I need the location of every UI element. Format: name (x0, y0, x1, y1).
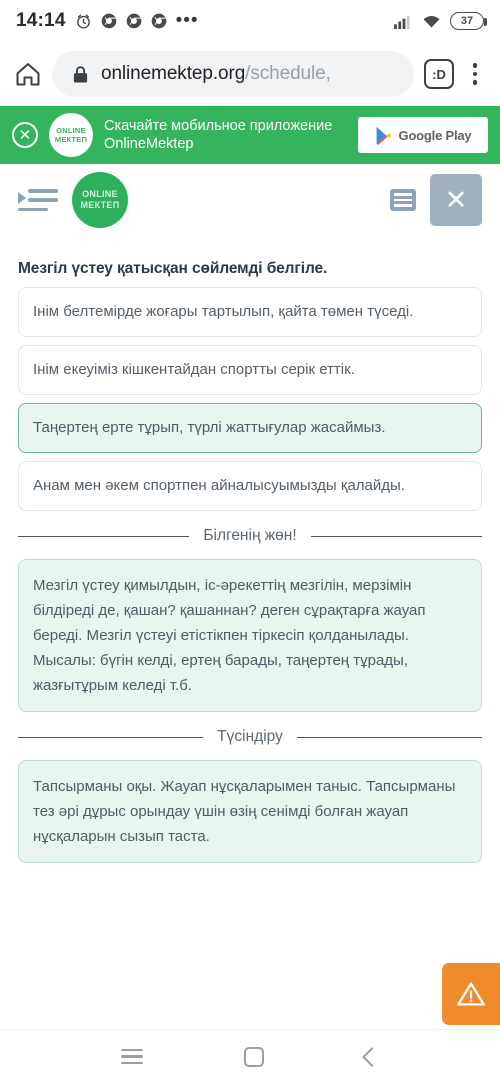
indent-arrow-icon (18, 192, 26, 204)
emoji-button[interactable]: :D (424, 59, 454, 89)
wifi-icon (423, 15, 440, 27)
site-header-actions: ✕ (390, 174, 482, 226)
home-icon[interactable] (14, 60, 42, 88)
close-lesson-button[interactable]: ✕ (430, 174, 482, 226)
url-domain: onlinemektep.org (101, 63, 246, 84)
status-bar-left: 14:14 ••• (16, 10, 199, 32)
divider-know: Білгенің жөн! (18, 527, 483, 545)
site-logo-line2: МЕКТЕП (80, 200, 120, 210)
lesson-content: Мезгіл үстеу қатысқан сөйлемді белгіле. … (0, 236, 500, 863)
battery-indicator: 37 (450, 12, 487, 30)
recents-icon[interactable] (120, 1048, 143, 1065)
promo-text-line1: Скачайте мобильное приложение (104, 118, 333, 134)
explain-info-box: Тапсырманы оқы. Жауап нұсқаларымен таныс… (18, 760, 482, 863)
back-chevron-icon[interactable] (362, 1046, 383, 1067)
divider-label: Білгенің жөн! (203, 527, 297, 544)
site-logo-line1: ONLINE (82, 189, 118, 199)
url-text: onlinemektep.org/schedule, (101, 63, 331, 85)
close-icon[interactable]: ✕ (12, 122, 38, 148)
promo-logo-line2: МЕКТЕП (54, 135, 88, 144)
chrome-icon (126, 13, 141, 29)
android-nav-bar (0, 1029, 500, 1083)
app-promo-banner: ✕ ONLINE МЕКТЕП Скачайте мобильное прило… (0, 106, 500, 164)
home-square-icon[interactable] (243, 1046, 264, 1067)
url-path: /schedule, (245, 63, 331, 84)
alarm-clock-icon (76, 13, 90, 29)
divider-explain: Түсіндіру (18, 728, 482, 746)
overflow-dots-icon: ••• (175, 10, 199, 31)
answer-option-selected[interactable]: Таңертең ерте тұрып, түрлі жаттығулар жа… (18, 403, 482, 453)
answer-option[interactable]: Інім белтемірде жоғары тартылып, қайта т… (18, 287, 482, 337)
divider-line (310, 535, 483, 537)
chrome-icon (151, 13, 166, 29)
cellular-signal-icon (394, 15, 410, 29)
list-view-icon[interactable] (390, 189, 416, 211)
report-problem-button[interactable] (442, 963, 500, 1025)
site-header: ONLINE МЕКТЕП ✕ (0, 164, 500, 236)
google-play-button[interactable]: Google Play (358, 117, 488, 153)
divider-line (296, 736, 482, 738)
kebab-menu-icon[interactable] (464, 63, 486, 85)
status-bar-right: 37 (394, 12, 487, 30)
address-bar[interactable]: onlinemektep.org/schedule, (52, 51, 414, 97)
site-logo[interactable]: ONLINE МЕКТЕП (72, 172, 128, 228)
divider-line (18, 736, 204, 738)
status-bar: 14:14 ••• 37 (0, 0, 500, 42)
chrome-icon (101, 13, 116, 29)
promo-text: Скачайте мобильное приложение OnlineMekt… (104, 117, 347, 153)
promo-logo-line1: ONLINE (56, 126, 86, 135)
page-title: Мезгіл үстеу қатысқан сөйлемді белгіле. (18, 260, 328, 277)
lock-icon (73, 65, 88, 83)
divider-label: Түсіндіру (217, 728, 283, 745)
browser-toolbar: onlinemektep.org/schedule, :D (0, 42, 500, 106)
warning-triangle-icon (457, 982, 485, 1006)
know-info-box: Мезгіл үстеу қимылдын, іс-әрекеттің мезг… (18, 559, 482, 712)
phone-screen: 14:14 ••• 37 onlinemektep.org/schedule, … (0, 0, 500, 1083)
google-play-label: Google Play (398, 127, 472, 143)
answer-option[interactable]: Інім екеуіміз кішкентайдан спортты серік… (18, 345, 482, 395)
google-play-icon (376, 126, 390, 145)
divider-line (18, 535, 190, 537)
promo-logo: ONLINE МЕКТЕП (49, 113, 93, 157)
status-time: 14:14 (16, 10, 66, 31)
answer-option[interactable]: Анам мен әкем спортпен айналысуымызды қа… (18, 461, 482, 511)
promo-text-line2: OnlineMektep (104, 136, 194, 152)
